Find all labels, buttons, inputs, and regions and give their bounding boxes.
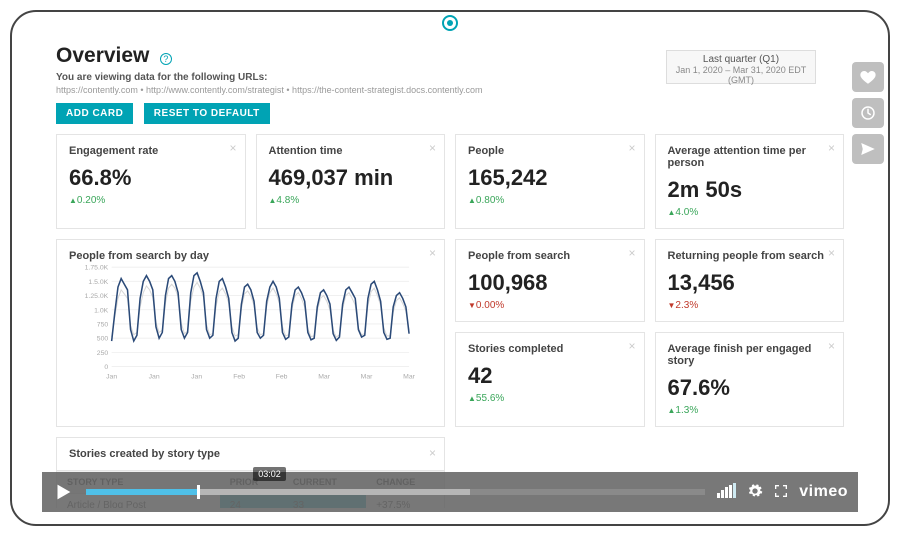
card-label: People	[468, 145, 632, 157]
card-value: 13,456	[668, 270, 832, 296]
svg-text:Mar: Mar	[361, 374, 374, 381]
card-avg-attention: × Average attention time per person 2m 5…	[655, 134, 845, 229]
date-range-label: Last quarter (Q1)	[673, 54, 809, 65]
line-chart: 0 250 500 750 1.0K 1.25.0K 1.5.0K 1.75.0K Jan Ja…	[69, 262, 432, 382]
video-progress[interactable]: 03:02	[86, 485, 705, 499]
camera-icon	[442, 15, 458, 31]
card-delta: 0.20%	[69, 195, 233, 206]
vimeo-logo[interactable]: vimeo	[799, 483, 848, 501]
card-value: 66.8%	[69, 165, 233, 191]
close-icon[interactable]: ×	[628, 141, 635, 155]
card-label: Stories completed	[468, 343, 632, 355]
volume-icon[interactable]	[717, 483, 737, 501]
svg-text:Mar: Mar	[318, 374, 331, 381]
tablet-frame: Overview ? Last quarter (Q1) Jan 1, 2020…	[10, 10, 890, 526]
play-button[interactable]	[52, 481, 74, 503]
svg-text:250: 250	[97, 350, 109, 357]
close-icon[interactable]: ×	[628, 339, 635, 353]
info-icon[interactable]: ?	[160, 53, 172, 65]
svg-text:Feb: Feb	[276, 374, 288, 381]
card-value: 42	[468, 363, 632, 389]
url-filter-list: https://contently.com • http://www.conte…	[56, 85, 844, 95]
settings-icon[interactable]	[747, 483, 763, 502]
card-value: 67.6%	[668, 375, 832, 401]
add-card-button[interactable]: ADD CARD	[56, 103, 133, 124]
close-icon[interactable]: ×	[429, 246, 436, 260]
svg-text:Jan: Jan	[149, 374, 160, 381]
svg-text:Jan: Jan	[106, 374, 117, 381]
card-avg-finish: × Average finish per engaged story 67.6%…	[655, 332, 845, 427]
svg-text:750: 750	[97, 322, 109, 329]
close-icon[interactable]: ×	[229, 141, 236, 155]
close-icon[interactable]: ×	[828, 339, 835, 353]
card-value: 2m 50s	[668, 177, 832, 203]
date-range-selector[interactable]: Last quarter (Q1) Jan 1, 2020 – Mar 31, …	[666, 50, 816, 84]
card-engagement-rate: × Engagement rate 66.8% 0.20%	[56, 134, 246, 229]
card-value: 165,242	[468, 165, 632, 191]
card-returning-people-from-search: × Returning people from search 13,456 2.…	[655, 239, 845, 322]
svg-text:Jan: Jan	[191, 374, 202, 381]
svg-text:0: 0	[104, 364, 108, 371]
card-label: Stories created by story type	[57, 438, 444, 470]
card-people-from-search-by-day: × People from search by day 0 250 500 750 1.…	[56, 239, 445, 427]
close-icon[interactable]: ×	[628, 246, 635, 260]
card-people: × People 165,242 0.80%	[455, 134, 645, 229]
svg-text:Mar: Mar	[403, 374, 416, 381]
card-stories-completed: × Stories completed 42 55.6%	[455, 332, 645, 427]
date-range-detail: Jan 1, 2020 – Mar 31, 2020 EDT (GMT)	[673, 65, 809, 85]
card-value: 100,968	[468, 270, 632, 296]
card-delta: 4.0%	[668, 207, 832, 218]
card-delta: 0.00%	[468, 300, 632, 311]
card-value: 469,037 min	[269, 165, 433, 191]
card-label: Attention time	[269, 145, 433, 157]
card-delta: 4.8%	[269, 195, 433, 206]
dashboard-screen: Overview ? Last quarter (Q1) Jan 1, 2020…	[32, 36, 868, 508]
video-time-hint: 03:02	[253, 467, 286, 481]
card-label: Average attention time per person	[668, 145, 832, 169]
card-people-from-search: × People from search 100,968 0.00%	[455, 239, 645, 322]
svg-text:1.5.0K: 1.5.0K	[88, 279, 108, 286]
card-delta: 1.3%	[668, 405, 832, 416]
svg-text:Feb: Feb	[233, 374, 245, 381]
page-title: Overview	[56, 44, 149, 68]
metrics-grid: × Engagement rate 66.8% 0.20% × Attentio…	[56, 134, 844, 508]
reset-default-button[interactable]: RESET TO DEFAULT	[144, 103, 270, 124]
card-label: Average finish per engaged story	[668, 343, 832, 367]
close-icon[interactable]: ×	[429, 446, 436, 460]
card-label: People from search by day	[69, 250, 432, 262]
close-icon[interactable]: ×	[429, 141, 436, 155]
card-attention-time: × Attention time 469,037 min 4.8%	[256, 134, 446, 229]
card-label: Engagement rate	[69, 145, 233, 157]
card-label: People from search	[468, 250, 632, 262]
svg-text:500: 500	[97, 336, 109, 343]
card-label: Returning people from search	[668, 250, 832, 262]
close-icon[interactable]: ×	[828, 246, 835, 260]
svg-text:1.0K: 1.0K	[94, 307, 109, 314]
fullscreen-icon[interactable]	[773, 483, 789, 502]
svg-text:1.25.0K: 1.25.0K	[85, 293, 109, 300]
card-delta: 55.6%	[468, 393, 632, 404]
svg-text:1.75.0K: 1.75.0K	[85, 265, 109, 272]
video-control-bar: 03:02 vimeo	[42, 472, 858, 512]
card-delta: 0.80%	[468, 195, 632, 206]
card-delta: 2.3%	[668, 300, 832, 311]
close-icon[interactable]: ×	[828, 141, 835, 155]
